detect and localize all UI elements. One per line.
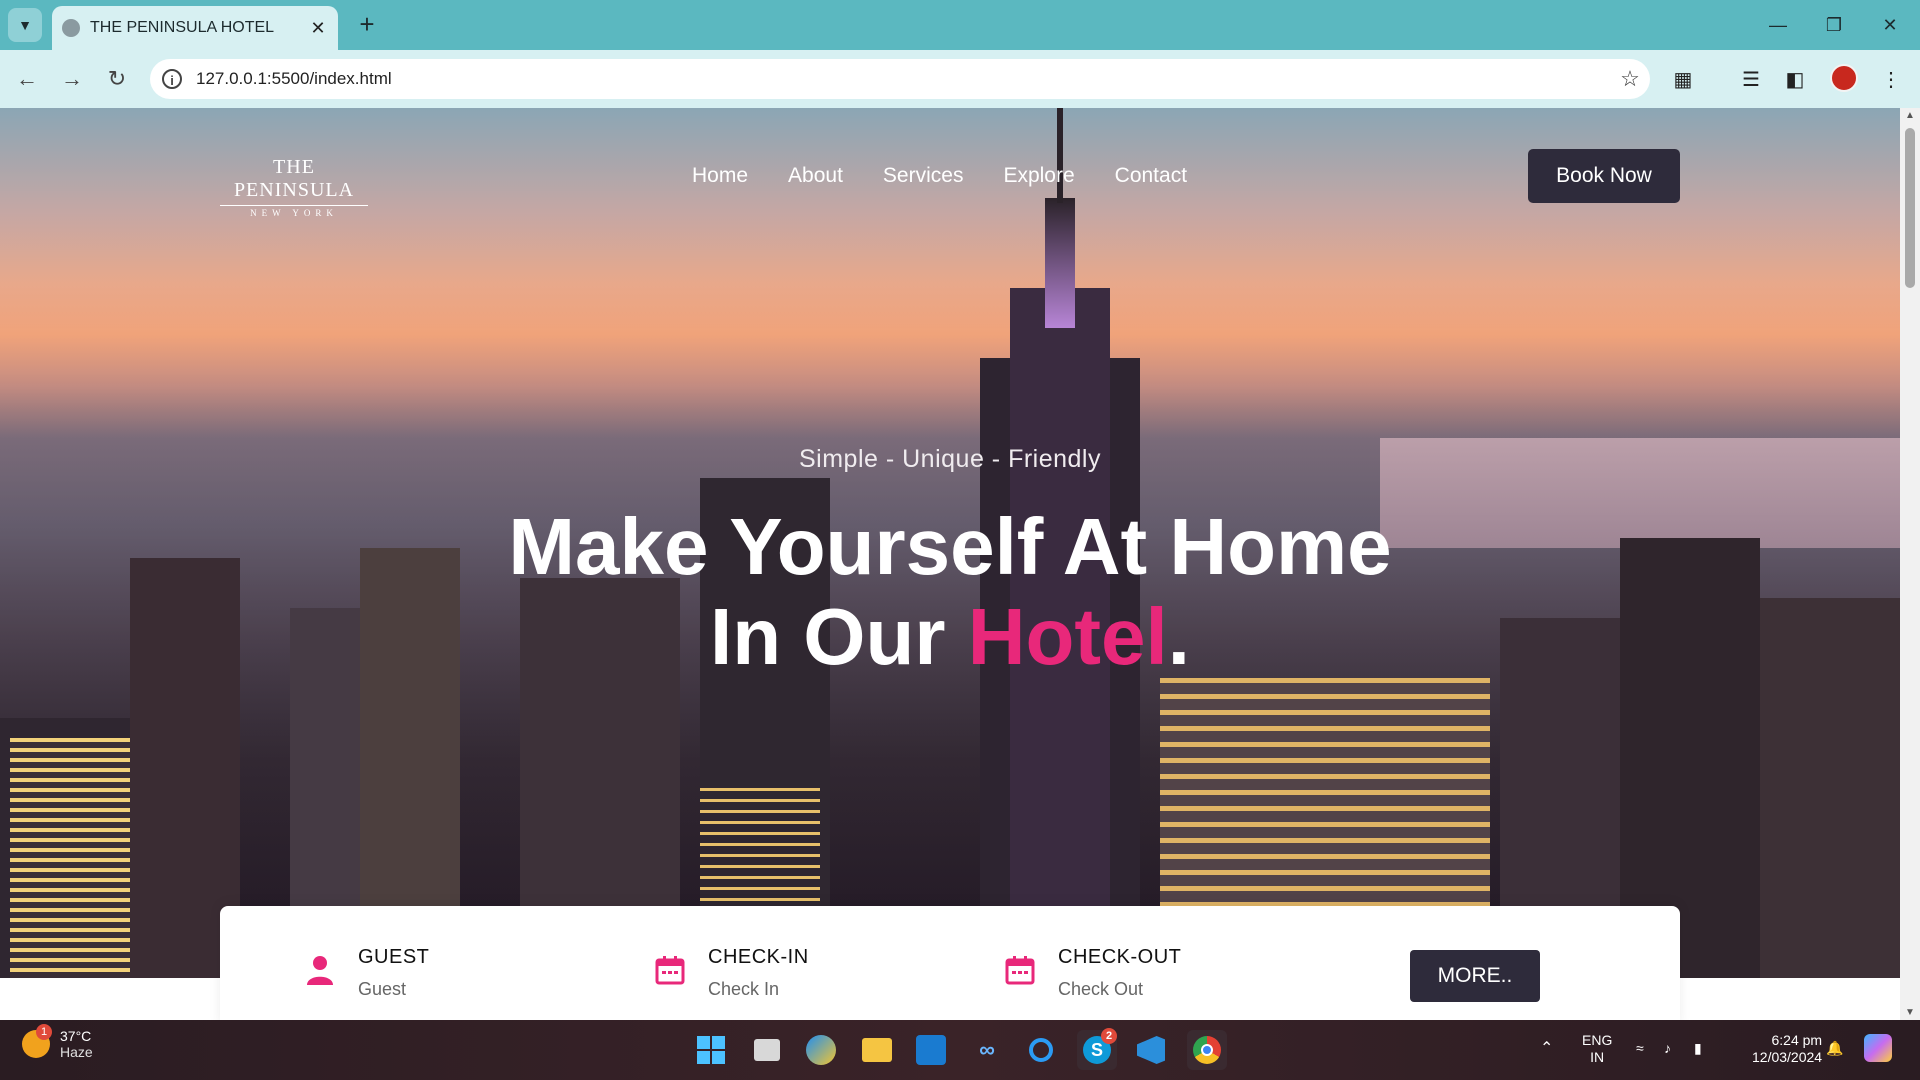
headline-prefix: In Our: [709, 592, 968, 681]
forward-button[interactable]: →: [55, 62, 89, 96]
file-explorer-icon[interactable]: [857, 1030, 897, 1070]
nav-link-contact[interactable]: Contact: [1115, 164, 1187, 188]
scrollbar-thumb[interactable]: [1905, 128, 1915, 288]
page-viewport: THE PENINSULA NEW YORK Home About Servic…: [0, 108, 1900, 1020]
check-in-label: CHECK-IN: [708, 946, 809, 968]
chevron-down-icon: ▼: [18, 17, 32, 33]
volume-icon[interactable]: ♪: [1664, 1040, 1671, 1057]
site-info-icon[interactable]: i: [162, 69, 182, 89]
weather-badge: 1: [36, 1024, 52, 1040]
booking-panel: GUEST Guest CHECK-IN Check In CHECK-OUT …: [220, 906, 1680, 1020]
side-panel-icon[interactable]: ◧: [1780, 64, 1810, 94]
browser-tab[interactable]: THE PENINSULA HOTEL ✕: [52, 6, 338, 50]
clock-date: 12/03/2024: [1752, 1049, 1823, 1065]
windows-logo-icon: [697, 1036, 725, 1064]
site-logo[interactable]: THE PENINSULA NEW YORK: [220, 156, 368, 218]
vscode-icon[interactable]: [1131, 1030, 1171, 1070]
url-text: 127.0.0.1:5500/index.html: [196, 69, 392, 88]
page-scrollbar[interactable]: ▲ ▼: [1900, 108, 1920, 1020]
restore-button[interactable]: ❐: [1806, 0, 1862, 50]
close-icon[interactable]: ✕: [304, 18, 332, 39]
minimize-button[interactable]: —: [1750, 0, 1806, 50]
check-in-field[interactable]: CHECK-IN Check In: [654, 946, 809, 1000]
weather-sun-icon: 1: [22, 1024, 52, 1058]
nav-link-home[interactable]: Home: [692, 164, 748, 188]
tab-title: THE PENINSULA HOTEL: [90, 19, 275, 36]
guest-field[interactable]: GUEST Guest: [304, 946, 429, 1000]
clock-time: 6:24 pm: [1771, 1032, 1823, 1048]
tab-search-button[interactable]: ▼: [8, 8, 42, 42]
show-hidden-icons[interactable]: ⌃: [1540, 1040, 1553, 1057]
main-nav: Home About Services Explore Contact: [692, 164, 1187, 188]
more-button[interactable]: MORE..: [1410, 950, 1540, 1002]
start-button[interactable]: [691, 1030, 731, 1070]
browser-toolbar: ← → ↻ i 127.0.0.1:5500/index.html ☆ ▦ ☰ …: [0, 50, 1920, 108]
language-line1: ENG: [1582, 1032, 1613, 1048]
language-indicator[interactable]: ENG IN: [1582, 1032, 1612, 1066]
globe-icon: [62, 19, 80, 37]
nav-link-explore[interactable]: Explore: [1003, 164, 1074, 188]
check-out-field[interactable]: CHECK-OUT Check Out: [1004, 946, 1181, 1000]
hero-headline: Make Yourself At Home In Our Hotel.: [0, 502, 1900, 682]
window-close-button[interactable]: ✕: [1862, 0, 1918, 50]
language-line2: IN: [1590, 1049, 1605, 1065]
antenna: [1057, 108, 1063, 203]
logo-title: THE PENINSULA: [233, 156, 355, 201]
skype-badge: 2: [1101, 1028, 1117, 1044]
empire-state-spire: [1045, 198, 1075, 328]
logo-divider: [220, 205, 368, 206]
weather-condition: Haze: [60, 1044, 93, 1060]
browser-titlebar: ▼ THE PENINSULA HOTEL ✕ + — ❐ ✕: [0, 0, 1920, 50]
menu-icon[interactable]: ⋮: [1876, 64, 1906, 94]
task-view-icon[interactable]: [747, 1030, 787, 1070]
weather-temperature: 37°C: [60, 1028, 92, 1044]
check-out-value: Check Out: [1058, 979, 1144, 999]
battery-icon[interactable]: ▮: [1694, 1040, 1702, 1057]
myhp-icon[interactable]: [911, 1030, 951, 1070]
scroll-down-arrow-icon[interactable]: ▼: [1900, 1007, 1920, 1018]
weather-widget[interactable]: 1 37°C Haze: [22, 1024, 93, 1060]
guest-label: GUEST: [358, 946, 430, 968]
nav-link-about[interactable]: About: [788, 164, 843, 188]
extensions-icon[interactable]: ▦: [1668, 64, 1698, 94]
hero-tagline: Simple - Unique - Friendly: [799, 445, 1101, 473]
logo-subtitle: NEW YORK: [250, 208, 338, 218]
calendar-icon: [655, 956, 685, 985]
copilot-pre-icon[interactable]: [1864, 1034, 1892, 1062]
clock[interactable]: 6:24 pm 12/03/2024: [1752, 1032, 1822, 1066]
media-controls-icon[interactable]: ☰: [1736, 64, 1766, 94]
new-tab-button[interactable]: +: [352, 10, 382, 40]
notification-bell-icon[interactable]: 🔔: [1826, 1040, 1843, 1057]
skype-icon[interactable]: S 2: [1077, 1028, 1117, 1070]
scroll-up-arrow-icon[interactable]: ▲: [1900, 110, 1920, 121]
back-button[interactable]: ←: [10, 62, 44, 96]
headline-line-2: In Our Hotel.: [0, 592, 1900, 682]
infinity-app-icon[interactable]: ∞: [967, 1030, 1007, 1070]
headline-accent: Hotel: [967, 592, 1168, 681]
bookmark-star-icon[interactable]: ☆: [1610, 66, 1650, 92]
nav-link-services[interactable]: Services: [883, 164, 964, 188]
check-in-value: Check In: [708, 979, 780, 999]
reload-button[interactable]: ↻: [100, 62, 134, 96]
taskbar: 1 37°C Haze ∞ S 2 ⌃ ENG IN ≈ ♪ ▮ 6:24 pm…: [0, 1020, 1920, 1080]
book-now-button[interactable]: Book Now: [1528, 149, 1680, 203]
check-out-label: CHECK-OUT: [1058, 946, 1182, 968]
calendar-icon: [1005, 956, 1035, 985]
headline-suffix: .: [1167, 592, 1190, 681]
wifi-icon[interactable]: ≈: [1636, 1040, 1644, 1057]
copilot-icon[interactable]: [801, 1030, 841, 1070]
chrome-icon[interactable]: [1187, 1030, 1227, 1070]
guest-value: Guest: [358, 979, 407, 999]
cortana-icon[interactable]: [1021, 1030, 1061, 1070]
address-bar[interactable]: i 127.0.0.1:5500/index.html ☆: [150, 59, 1650, 99]
profile-avatar[interactable]: [1830, 64, 1858, 92]
user-icon: [307, 956, 333, 985]
headline-line-1: Make Yourself At Home: [508, 502, 1392, 591]
